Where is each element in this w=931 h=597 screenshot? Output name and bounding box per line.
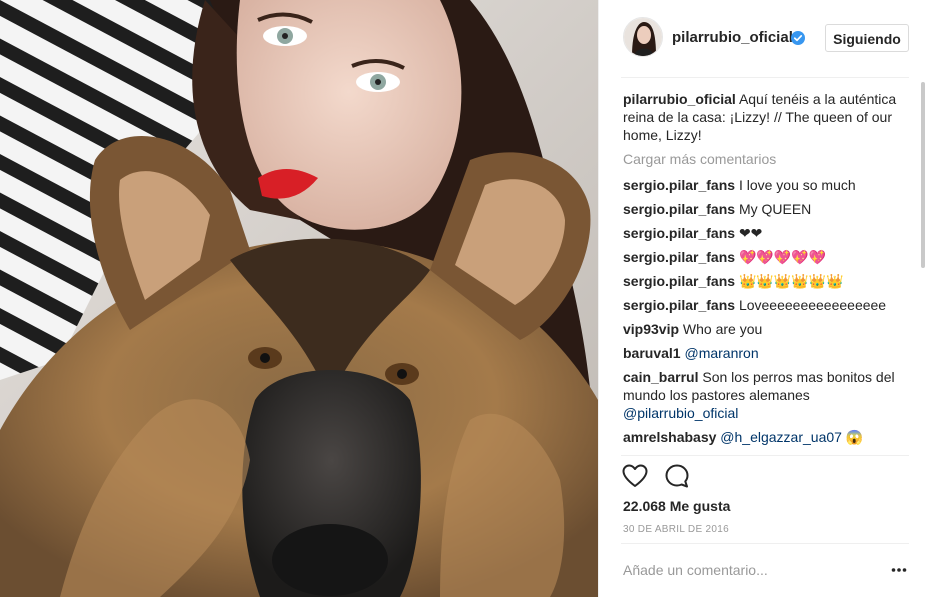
divider	[621, 455, 909, 456]
instagram-post: pilarrubio_oficial Siguiendo pilarrubio_…	[0, 0, 931, 597]
comment-mention[interactable]: @h_elgazzar_ua07 😱	[720, 429, 863, 445]
comment-username[interactable]: baruval1	[623, 345, 681, 361]
comment-item: amrelshabasy @h_elgazzar_ua07 😱	[623, 428, 915, 446]
comment-item: baruval1 @maranron	[623, 344, 915, 362]
comment-username[interactable]: amrelshabasy	[623, 429, 716, 445]
comment-item: sergio.pilar_fans I love you so much	[623, 176, 915, 194]
comment-item: sergio.pilar_fans ❤❤	[623, 224, 915, 242]
caption-username[interactable]: pilarrubio_oficial	[623, 91, 736, 107]
comment-text: I love you so much	[738, 177, 856, 193]
avatar-image	[624, 18, 662, 56]
comment-username[interactable]: sergio.pilar_fans	[623, 225, 735, 241]
comment-username[interactable]: sergio.pilar_fans	[623, 273, 735, 289]
avatar[interactable]	[623, 17, 663, 57]
comment-item: sergio.pilar_fans Loveeeeeeeeeeeeeeee	[623, 296, 915, 314]
comment-item: sergio.pilar_fans 👑👑👑👑👑👑	[623, 272, 915, 290]
verified-badge-icon	[791, 31, 805, 45]
add-comment-input[interactable]	[621, 556, 887, 584]
divider	[621, 77, 909, 78]
comment-text: 💖💖💖💖💖	[738, 249, 827, 265]
photo-woman-and-dog	[0, 0, 598, 597]
caption: pilarrubio_oficial Aquí tenéis a la auté…	[623, 90, 915, 144]
comment-username[interactable]: sergio.pilar_fans	[623, 201, 735, 217]
more-options-icon[interactable]	[889, 560, 909, 580]
comment-text: My QUEEN	[738, 201, 812, 217]
post-username[interactable]: pilarrubio_oficial	[672, 29, 793, 46]
load-more-comments-link[interactable]: Cargar más comentarios	[623, 150, 915, 168]
post-date[interactable]: 30 DE ABRIL DE 2016	[623, 524, 729, 535]
post-details-panel: pilarrubio_oficial Siguiendo pilarrubio_…	[598, 0, 931, 597]
post-photo[interactable]	[0, 0, 598, 597]
comment-item: cain_barrul Son los perros mas bonitos d…	[623, 368, 915, 422]
comments-list[interactable]: pilarrubio_oficial Aquí tenéis a la auté…	[623, 90, 915, 454]
comment-text: Who are you	[682, 321, 763, 337]
comment-bubble-icon[interactable]	[663, 462, 691, 490]
comment-text: 👑👑👑👑👑👑	[738, 273, 844, 289]
comment-mention[interactable]: @pilarrubio_oficial	[623, 405, 738, 421]
comment-username[interactable]: sergio.pilar_fans	[623, 297, 735, 313]
likes-count[interactable]: 22.068 Me gusta	[623, 498, 730, 514]
comment-username[interactable]: cain_barrul	[623, 369, 698, 385]
comment-username[interactable]: sergio.pilar_fans	[623, 249, 735, 265]
comment-text: ❤❤	[738, 225, 763, 241]
comment-item: sergio.pilar_fans 💖💖💖💖💖	[623, 248, 915, 266]
post-header: pilarrubio_oficial Siguiendo	[599, 0, 931, 78]
comments-scrollbar[interactable]	[921, 82, 925, 268]
comment-text: Loveeeeeeeeeeeeeeee	[738, 297, 887, 313]
comment-username[interactable]: sergio.pilar_fans	[623, 177, 735, 193]
heart-icon[interactable]	[621, 462, 649, 490]
comment-item: sergio.pilar_fans My QUEEN	[623, 200, 915, 218]
comment-item: vip93vip Who are you	[623, 320, 915, 338]
divider	[621, 543, 909, 544]
comment-mention[interactable]: @maranron	[684, 345, 758, 361]
following-button[interactable]: Siguiendo	[825, 24, 909, 52]
comment-username[interactable]: vip93vip	[623, 321, 679, 337]
post-actions	[621, 462, 701, 492]
